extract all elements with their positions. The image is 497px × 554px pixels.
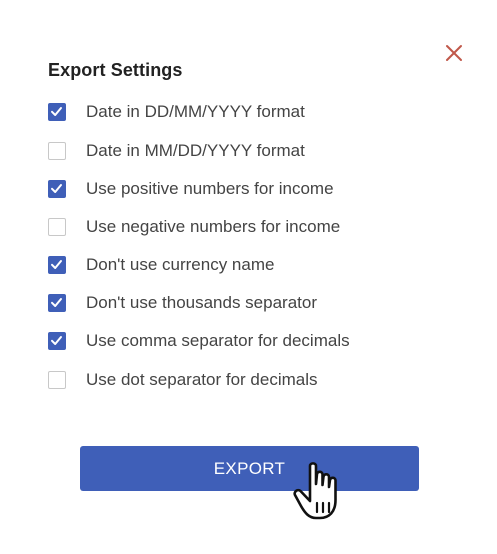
- checkmark-icon: [51, 107, 62, 116]
- option-label: Don't use thousands separator: [86, 293, 318, 312]
- option-date-mmddyyyy[interactable]: Date in MM/DD/YYYY format: [48, 140, 305, 162]
- option-negative-income[interactable]: Use negative numbers for income: [48, 216, 340, 238]
- checkbox-unchecked[interactable]: [48, 218, 66, 236]
- close-button[interactable]: [443, 42, 465, 64]
- checkmark-icon: [51, 298, 62, 307]
- hand-pointer-cursor-icon: [293, 462, 337, 520]
- checkbox-unchecked[interactable]: [48, 371, 66, 389]
- option-label: Use dot separator for decimals: [86, 370, 318, 389]
- option-date-ddmmyyyy[interactable]: Date in DD/MM/YYYY format: [48, 101, 305, 123]
- checkbox-checked[interactable]: [48, 103, 66, 121]
- checkbox-checked[interactable]: [48, 180, 66, 198]
- option-positive-income[interactable]: Use positive numbers for income: [48, 178, 334, 200]
- export-settings-dialog: Export Settings Date in DD/MM/YYYY forma…: [0, 0, 497, 554]
- option-dot-decimals[interactable]: Use dot separator for decimals: [48, 369, 318, 391]
- export-button-label: EXPORT: [213, 458, 286, 478]
- option-label: Use comma separator for decimals: [86, 331, 350, 350]
- checkmark-icon: [51, 260, 62, 269]
- checkmark-icon: [51, 336, 62, 345]
- checkbox-checked[interactable]: [48, 332, 66, 350]
- option-no-currency-name[interactable]: Don't use currency name: [48, 254, 274, 276]
- option-comma-decimals[interactable]: Use comma separator for decimals: [48, 330, 350, 352]
- option-label: Date in DD/MM/YYYY format: [86, 102, 305, 121]
- checkmark-icon: [51, 184, 62, 193]
- dialog-title: Export Settings: [48, 60, 183, 80]
- option-label: Use positive numbers for income: [86, 179, 334, 198]
- checkbox-checked[interactable]: [48, 294, 66, 312]
- option-label: Use negative numbers for income: [86, 217, 341, 236]
- export-button[interactable]: EXPORT: [80, 446, 419, 491]
- close-icon: [446, 45, 462, 61]
- option-no-thousands-separator[interactable]: Don't use thousands separator: [48, 292, 317, 314]
- option-label: Don't use currency name: [86, 255, 275, 274]
- checkbox-checked[interactable]: [48, 256, 66, 274]
- option-label: Date in MM/DD/YYYY format: [86, 141, 305, 160]
- checkbox-unchecked[interactable]: [48, 142, 66, 160]
